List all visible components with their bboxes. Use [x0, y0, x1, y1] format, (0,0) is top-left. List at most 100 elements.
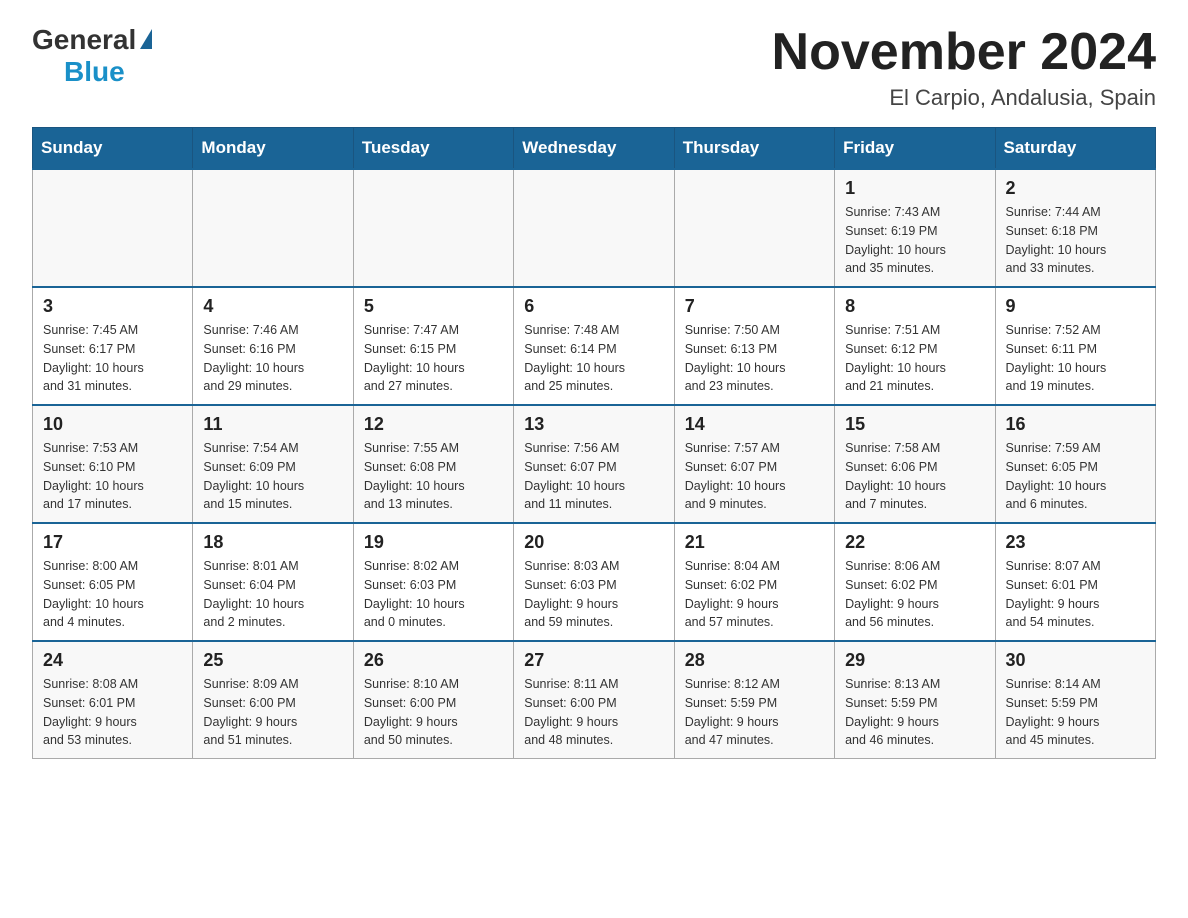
- calendar-cell-18: 18 Sunrise: 8:01 AM Sunset: 6:04 PM Dayli…: [193, 523, 353, 641]
- calendar-cell-4: 4 Sunrise: 7:46 AM Sunset: 6:16 PM Daylig…: [193, 287, 353, 405]
- week-row-2: 3 Sunrise: 7:45 AM Sunset: 6:17 PM Daylig…: [33, 287, 1156, 405]
- day-number: 3: [43, 296, 182, 317]
- calendar-cell-29: 29Sunrise: 8:13 AM Sunset: 5:59 PM Dayli…: [835, 641, 995, 759]
- calendar-cell-3: 3 Sunrise: 7:45 AM Sunset: 6:17 PM Daylig…: [33, 287, 193, 405]
- day-info: Sunrise: 8:14 AM Sunset: 5:59 PM Dayligh…: [1006, 675, 1145, 750]
- calendar-cell-1: 1 Sunrise: 7:43 AM Sunset: 6:19 PM Daylig…: [835, 169, 995, 287]
- day-number: 12: [364, 414, 503, 435]
- day-number: 16: [1006, 414, 1145, 435]
- calendar-cell-11: 11 Sunrise: 7:54 AM Sunset: 6:09 PM Dayli…: [193, 405, 353, 523]
- calendar-cell-2: 2Sunrise: 7:44 AM Sunset: 6:18 PM Daylig…: [995, 169, 1155, 287]
- day-info: Sunrise: 7:59 AM Sunset: 6:05 PM Dayligh…: [1006, 439, 1145, 514]
- day-info: Sunrise: 8:02 AM Sunset: 6:03 PM Dayligh…: [364, 557, 503, 632]
- calendar-cell-5: 5Sunrise: 7:47 AM Sunset: 6:15 PM Daylig…: [353, 287, 513, 405]
- day-number: 11: [203, 414, 342, 435]
- day-number: 4: [203, 296, 342, 317]
- day-number: 23: [1006, 532, 1145, 553]
- day-number: 28: [685, 650, 824, 671]
- day-number: 21: [685, 532, 824, 553]
- day-info: Sunrise: 8:11 AM Sunset: 6:00 PM Dayligh…: [524, 675, 663, 750]
- day-number: 15: [845, 414, 984, 435]
- day-number: 20: [524, 532, 663, 553]
- logo-triangle-icon: [140, 29, 152, 49]
- day-number: 30: [1006, 650, 1145, 671]
- calendar-title: November 2024: [772, 24, 1156, 81]
- day-number: 26: [364, 650, 503, 671]
- calendar-cell-19: 19 Sunrise: 8:02 AM Sunset: 6:03 PM Dayli…: [353, 523, 513, 641]
- day-info: Sunrise: 7:56 AM Sunset: 6:07 PM Dayligh…: [524, 439, 663, 514]
- calendar-cell-13: 13 Sunrise: 7:56 AM Sunset: 6:07 PM Dayli…: [514, 405, 674, 523]
- day-number: 27: [524, 650, 663, 671]
- day-info: Sunrise: 7:45 AM Sunset: 6:17 PM Dayligh…: [43, 321, 182, 396]
- day-header-sunday: Sunday: [33, 128, 193, 170]
- day-number: 6: [524, 296, 663, 317]
- day-info: Sunrise: 8:12 AM Sunset: 5:59 PM Dayligh…: [685, 675, 824, 750]
- day-header-monday: Monday: [193, 128, 353, 170]
- day-number: 7: [685, 296, 824, 317]
- page-header: General Blue November 2024 El Carpio, An…: [32, 24, 1156, 111]
- day-number: 24: [43, 650, 182, 671]
- day-number: 8: [845, 296, 984, 317]
- day-info: Sunrise: 8:03 AM Sunset: 6:03 PM Dayligh…: [524, 557, 663, 632]
- day-number: 13: [524, 414, 663, 435]
- calendar-cell-24: 24 Sunrise: 8:08 AM Sunset: 6:01 PM Dayli…: [33, 641, 193, 759]
- day-info: Sunrise: 8:01 AM Sunset: 6:04 PM Dayligh…: [203, 557, 342, 632]
- logo-blue-text: Blue: [64, 56, 125, 88]
- calendar-cell-8: 8 Sunrise: 7:51 AM Sunset: 6:12 PM Daylig…: [835, 287, 995, 405]
- day-info: Sunrise: 7:55 AM Sunset: 6:08 PM Dayligh…: [364, 439, 503, 514]
- day-number: 9: [1006, 296, 1145, 317]
- calendar-cell-empty: [193, 169, 353, 287]
- week-row-4: 17 Sunrise: 8:00 AM Sunset: 6:05 PM Dayli…: [33, 523, 1156, 641]
- title-section: November 2024 El Carpio, Andalusia, Spai…: [772, 24, 1156, 111]
- day-info: Sunrise: 8:00 AM Sunset: 6:05 PM Dayligh…: [43, 557, 182, 632]
- day-header-saturday: Saturday: [995, 128, 1155, 170]
- day-info: Sunrise: 7:48 AM Sunset: 6:14 PM Dayligh…: [524, 321, 663, 396]
- calendar-header-row: SundayMondayTuesdayWednesdayThursdayFrid…: [33, 128, 1156, 170]
- calendar-cell-27: 27 Sunrise: 8:11 AM Sunset: 6:00 PM Dayli…: [514, 641, 674, 759]
- day-header-friday: Friday: [835, 128, 995, 170]
- calendar-cell-7: 7 Sunrise: 7:50 AM Sunset: 6:13 PM Daylig…: [674, 287, 834, 405]
- day-info: Sunrise: 7:58 AM Sunset: 6:06 PM Dayligh…: [845, 439, 984, 514]
- day-info: Sunrise: 8:10 AM Sunset: 6:00 PM Dayligh…: [364, 675, 503, 750]
- calendar-cell-empty: [353, 169, 513, 287]
- day-info: Sunrise: 7:51 AM Sunset: 6:12 PM Dayligh…: [845, 321, 984, 396]
- calendar-cell-12: 12 Sunrise: 7:55 AM Sunset: 6:08 PM Dayli…: [353, 405, 513, 523]
- calendar-cell-15: 15 Sunrise: 7:58 AM Sunset: 6:06 PM Dayli…: [835, 405, 995, 523]
- day-number: 18: [203, 532, 342, 553]
- day-number: 19: [364, 532, 503, 553]
- calendar-cell-6: 6 Sunrise: 7:48 AM Sunset: 6:14 PM Daylig…: [514, 287, 674, 405]
- calendar-cell-17: 17 Sunrise: 8:00 AM Sunset: 6:05 PM Dayli…: [33, 523, 193, 641]
- day-info: Sunrise: 8:04 AM Sunset: 6:02 PM Dayligh…: [685, 557, 824, 632]
- calendar-cell-22: 22Sunrise: 8:06 AM Sunset: 6:02 PM Dayli…: [835, 523, 995, 641]
- day-info: Sunrise: 7:50 AM Sunset: 6:13 PM Dayligh…: [685, 321, 824, 396]
- day-info: Sunrise: 7:57 AM Sunset: 6:07 PM Dayligh…: [685, 439, 824, 514]
- day-info: Sunrise: 8:09 AM Sunset: 6:00 PM Dayligh…: [203, 675, 342, 750]
- calendar-cell-empty: [514, 169, 674, 287]
- calendar-table: SundayMondayTuesdayWednesdayThursdayFrid…: [32, 127, 1156, 759]
- calendar-cell-9: 9Sunrise: 7:52 AM Sunset: 6:11 PM Daylig…: [995, 287, 1155, 405]
- day-number: 17: [43, 532, 182, 553]
- day-header-tuesday: Tuesday: [353, 128, 513, 170]
- day-info: Sunrise: 7:54 AM Sunset: 6:09 PM Dayligh…: [203, 439, 342, 514]
- day-number: 22: [845, 532, 984, 553]
- week-row-3: 10 Sunrise: 7:53 AM Sunset: 6:10 PM Dayli…: [33, 405, 1156, 523]
- day-info: Sunrise: 8:08 AM Sunset: 6:01 PM Dayligh…: [43, 675, 182, 750]
- day-number: 25: [203, 650, 342, 671]
- day-info: Sunrise: 7:46 AM Sunset: 6:16 PM Dayligh…: [203, 321, 342, 396]
- day-number: 1: [845, 178, 984, 199]
- day-number: 2: [1006, 178, 1145, 199]
- calendar-cell-23: 23Sunrise: 8:07 AM Sunset: 6:01 PM Dayli…: [995, 523, 1155, 641]
- calendar-cell-28: 28 Sunrise: 8:12 AM Sunset: 5:59 PM Dayli…: [674, 641, 834, 759]
- day-info: Sunrise: 7:53 AM Sunset: 6:10 PM Dayligh…: [43, 439, 182, 514]
- calendar-cell-empty: [33, 169, 193, 287]
- calendar-cell-16: 16 Sunrise: 7:59 AM Sunset: 6:05 PM Dayli…: [995, 405, 1155, 523]
- day-info: Sunrise: 7:43 AM Sunset: 6:19 PM Dayligh…: [845, 203, 984, 278]
- calendar-cell-20: 20 Sunrise: 8:03 AM Sunset: 6:03 PM Dayli…: [514, 523, 674, 641]
- calendar-cell-21: 21 Sunrise: 8:04 AM Sunset: 6:02 PM Dayli…: [674, 523, 834, 641]
- day-number: 10: [43, 414, 182, 435]
- day-header-wednesday: Wednesday: [514, 128, 674, 170]
- calendar-cell-26: 26 Sunrise: 8:10 AM Sunset: 6:00 PM Dayli…: [353, 641, 513, 759]
- day-header-thursday: Thursday: [674, 128, 834, 170]
- week-row-1: 1 Sunrise: 7:43 AM Sunset: 6:19 PM Daylig…: [33, 169, 1156, 287]
- logo: General Blue: [32, 24, 152, 88]
